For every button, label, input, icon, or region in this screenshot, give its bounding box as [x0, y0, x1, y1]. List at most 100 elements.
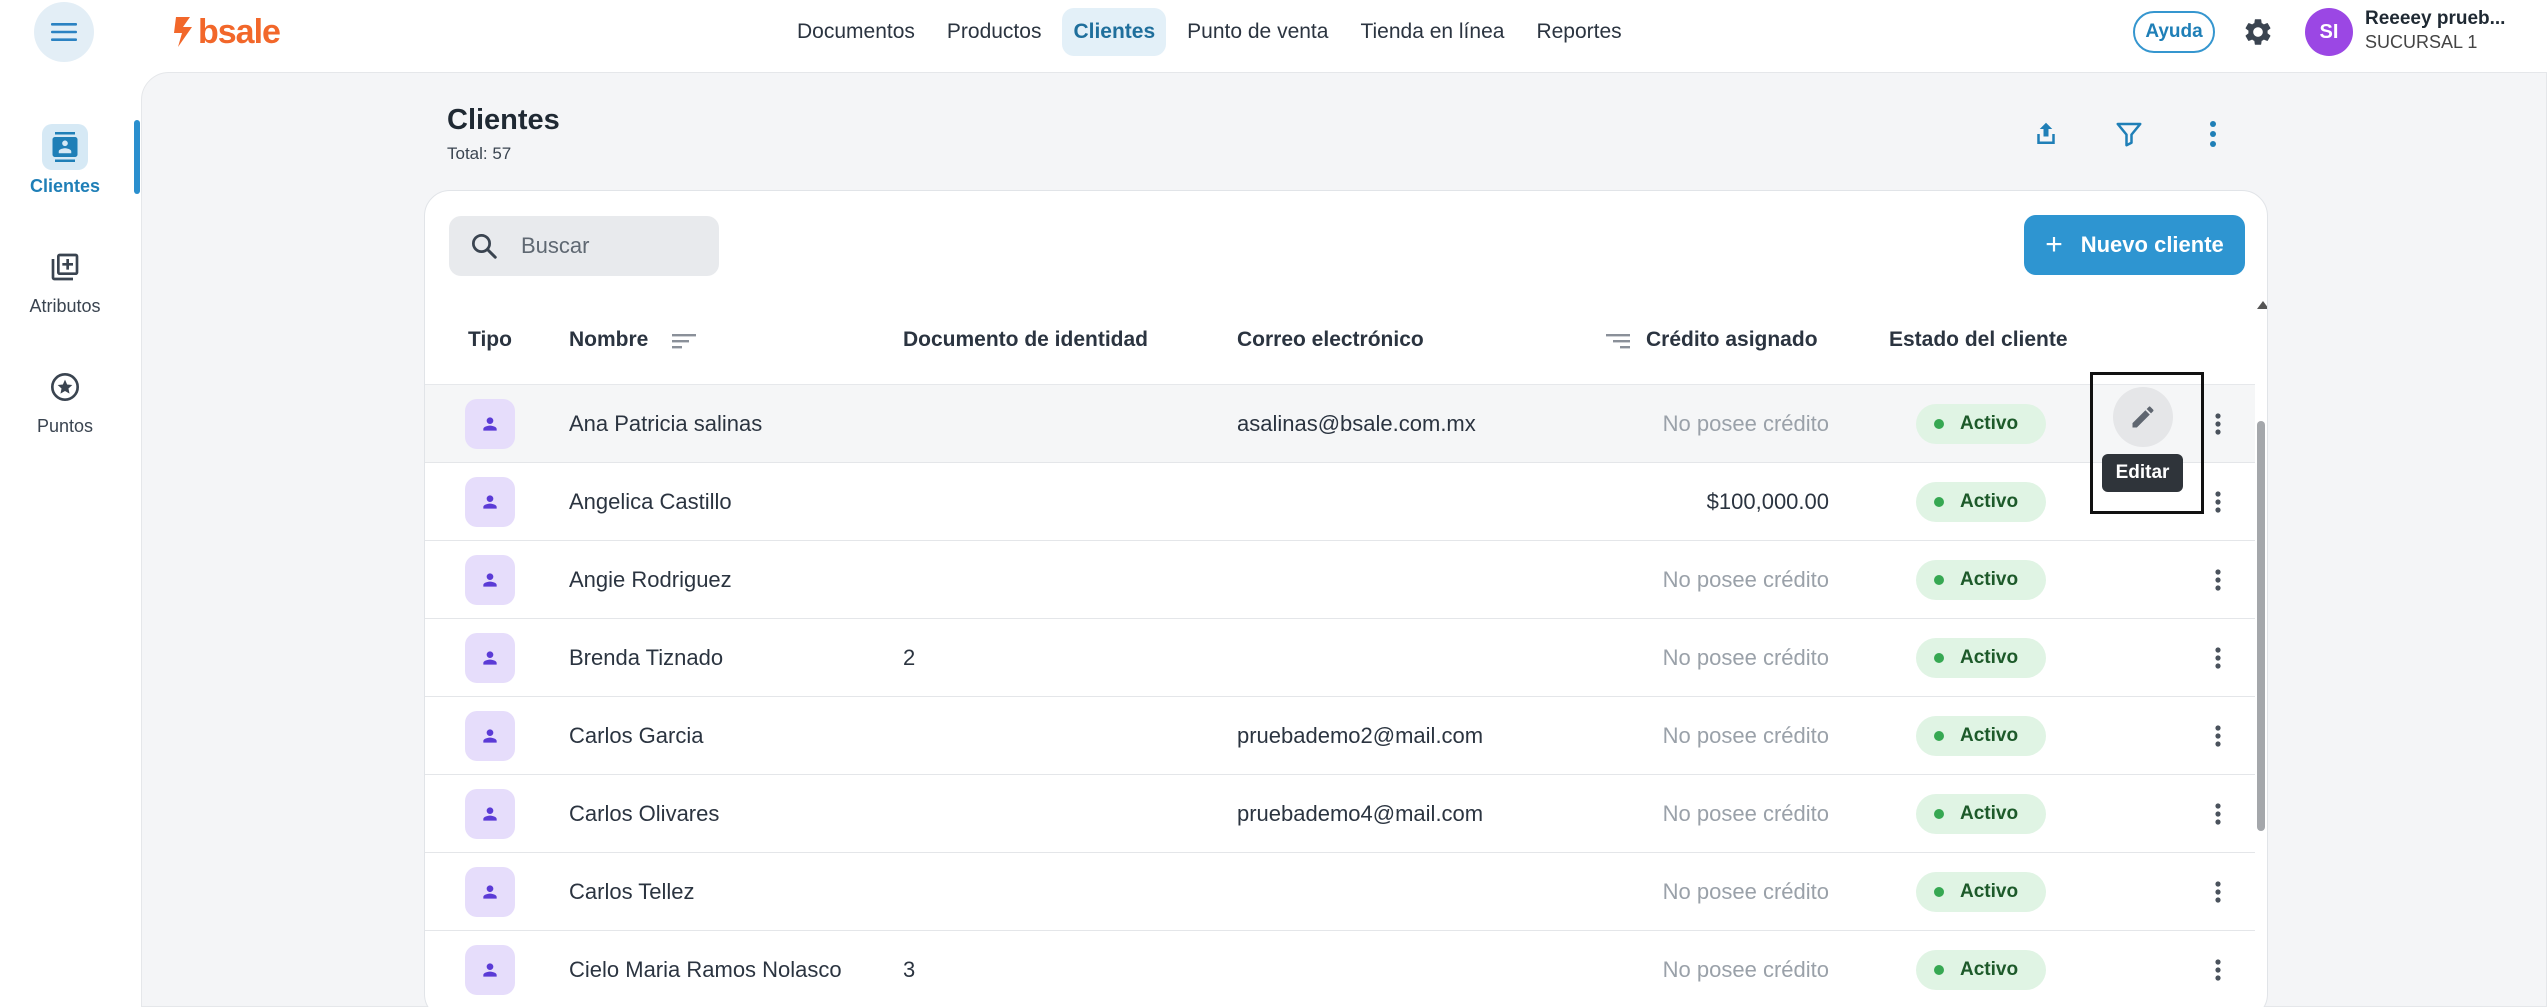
status-dot: [1934, 965, 1944, 975]
avatar[interactable]: SI: [2305, 8, 2353, 56]
status-label: Activo: [1960, 569, 2019, 590]
table-row[interactable]: Carlos Tellez No posee crédito Activo: [425, 853, 2255, 931]
person-icon: [465, 555, 515, 605]
client-name: Carlos Olivares: [569, 801, 720, 826]
client-email: pruebademo2@mail.com: [1237, 723, 1484, 748]
row-more-icon[interactable]: [2198, 716, 2238, 756]
plus-icon: +: [2045, 228, 2063, 261]
sidebar-item-atributos[interactable]: Atributos: [0, 244, 130, 317]
filter-icon[interactable]: [2107, 112, 2151, 156]
person-icon: [465, 945, 515, 995]
row-more-icon[interactable]: [2198, 404, 2238, 444]
column-header-estado: Estado del cliente: [1889, 328, 2068, 351]
status-dot: [1934, 809, 1944, 819]
user-name[interactable]: Reeeey prueb...: [2365, 8, 2525, 30]
help-button[interactable]: Ayuda: [2133, 11, 2215, 53]
bsale-logo[interactable]: bsale: [172, 12, 281, 52]
page-title: Clientes: [447, 104, 560, 136]
table-row[interactable]: Angelica Castillo $100,000.00 Activo: [425, 463, 2255, 541]
nav-punto-de-venta[interactable]: Punto de venta: [1176, 8, 1339, 56]
star-circle-icon: [42, 364, 88, 410]
table-row[interactable]: Carlos Olivares pruebademo4@mail.com No …: [425, 775, 2255, 853]
client-name: Carlos Garcia: [569, 723, 704, 748]
status-label: Activo: [1960, 803, 2019, 824]
column-header-nombre[interactable]: Nombre: [569, 328, 648, 352]
sidebar-item-label: Atributos: [29, 296, 101, 316]
status-dot: [1934, 887, 1944, 897]
column-header-documento: Documento de identidad: [903, 328, 1149, 351]
top-bar: bsale Documentos Productos Clientes Punt…: [0, 0, 2547, 72]
person-icon: [465, 867, 515, 917]
person-icon: [465, 477, 515, 527]
sidebar-item-label: Puntos: [36, 416, 94, 436]
menu-icon[interactable]: [34, 2, 94, 62]
sidebar-item-label: Clientes: [29, 176, 101, 196]
library-add-icon: [42, 244, 88, 290]
status-badge: Activo: [1916, 560, 2046, 600]
clients-table-card: Buscar + Nuevo cliente Tipo Nombre Docum…: [424, 190, 2268, 1007]
row-more-icon[interactable]: [2198, 638, 2238, 678]
client-credit: No posee crédito: [1662, 723, 1829, 748]
table-row[interactable]: Angie Rodriguez No posee crédito Activo: [425, 541, 2255, 619]
person-icon: [465, 711, 515, 761]
scrollbar[interactable]: [2257, 421, 2265, 831]
row-more-icon[interactable]: [2198, 950, 2238, 990]
sidebar-item-clientes[interactable]: Clientes: [0, 124, 130, 197]
row-more-icon[interactable]: [2198, 872, 2238, 912]
main-nav: Documentos Productos Clientes Punto de v…: [786, 8, 1633, 56]
scroll-up-arrow-icon[interactable]: [2257, 301, 2267, 309]
user-branch: SUCURSAL 1: [2365, 32, 2478, 52]
status-label: Activo: [1960, 725, 2019, 746]
new-client-button[interactable]: + Nuevo cliente: [2024, 215, 2245, 275]
row-more-icon[interactable]: [2198, 482, 2238, 522]
sidebar: Clientes Atributos Puntos: [0, 72, 140, 1007]
client-credit: No posee crédito: [1662, 801, 1829, 826]
status-label: Activo: [1960, 959, 2019, 980]
row-more-icon[interactable]: [2198, 794, 2238, 834]
search-input[interactable]: Buscar: [449, 216, 719, 276]
client-credit: No posee crédito: [1662, 957, 1829, 982]
table-row[interactable]: Cielo Maria Ramos Nolasco 3 No posee cré…: [425, 931, 2255, 1007]
sidebar-item-puntos[interactable]: Puntos: [0, 364, 130, 437]
column-header-tipo: Tipo: [468, 328, 512, 351]
more-options-icon[interactable]: [2191, 112, 2235, 156]
client-email: asalinas@bsale.com.mx: [1237, 411, 1476, 436]
export-icon[interactable]: [2024, 112, 2068, 156]
status-dot: [1934, 731, 1944, 741]
search-icon: [472, 234, 497, 259]
client-name: Angie Rodriguez: [569, 567, 732, 592]
nav-tienda-en-linea[interactable]: Tienda en línea: [1349, 8, 1515, 56]
status-badge: Activo: [1916, 482, 2046, 522]
status-label: Activo: [1960, 491, 2019, 512]
pencil-icon: [2132, 406, 2154, 428]
person-icon: [465, 399, 515, 449]
client-name: Brenda Tiznado: [569, 645, 724, 670]
client-credit: No posee crédito: [1662, 567, 1829, 592]
nav-reportes[interactable]: Reportes: [1525, 8, 1632, 56]
contacts-icon: [42, 124, 88, 170]
nav-clientes[interactable]: Clientes: [1062, 8, 1167, 56]
client-email: pruebademo4@mail.com: [1237, 801, 1484, 826]
table-row[interactable]: Carlos Garcia pruebademo2@mail.com No po…: [425, 697, 2255, 775]
column-header-credito: Crédito asignado: [1646, 328, 1818, 351]
status-dot: [1934, 419, 1944, 429]
client-credit: $100,000.00: [1706, 489, 1829, 514]
status-badge: Activo: [1916, 404, 2046, 444]
logo-text: bsale: [198, 12, 281, 51]
status-dot: [1934, 497, 1944, 507]
sort-icon[interactable]: [1603, 327, 1633, 355]
edit-button[interactable]: [2113, 387, 2173, 447]
client-name: Ana Patricia salinas: [569, 411, 763, 436]
table-row[interactable]: Ana Patricia salinas asalinas@bsale.com.…: [425, 385, 2255, 463]
client-credit: No posee crédito: [1662, 645, 1829, 670]
status-label: Activo: [1960, 881, 2019, 902]
gear-icon[interactable]: [2238, 12, 2278, 52]
client-name: Carlos Tellez: [569, 879, 695, 904]
table-row[interactable]: Brenda Tiznado 2 No posee crédito Activo: [425, 619, 2255, 697]
nav-documentos[interactable]: Documentos: [786, 8, 926, 56]
nav-productos[interactable]: Productos: [936, 8, 1053, 56]
status-label: Activo: [1960, 413, 2019, 434]
sort-icon[interactable]: [669, 327, 699, 355]
row-more-icon[interactable]: [2198, 560, 2238, 600]
edit-tooltip: Editar: [2102, 454, 2183, 492]
